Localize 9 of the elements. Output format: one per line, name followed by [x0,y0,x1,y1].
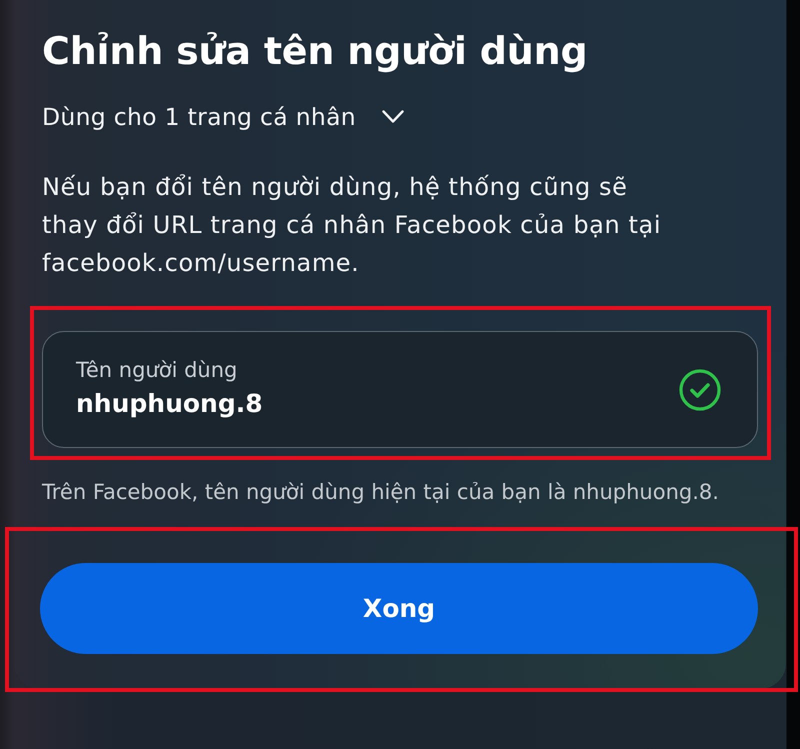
description-text: Nếu bạn đổi tên người dùng, hệ thống cũng sẽ thay đổi URL trang cá nhân Facebook của bạn tại facebook.com/username. [42,172,662,279]
done-button[interactable]: Xong [40,563,758,654]
profile-scope-dropdown[interactable]: Dùng cho 1 trang cá nhân [42,100,404,134]
chevron-down-icon [382,110,404,124]
field-value: nhuphuong.8 [76,388,263,420]
field-label: Tên người dùng [76,357,238,383]
sheet-title: Chỉnh sửa tên người dùng [42,28,588,75]
username-field[interactable]: Tên người dùng nhuphuong.8 [42,331,758,448]
helper-text: Trên Facebook, tên người dùng hiện tại của bạn là nhuphuong.8. [42,479,720,506]
